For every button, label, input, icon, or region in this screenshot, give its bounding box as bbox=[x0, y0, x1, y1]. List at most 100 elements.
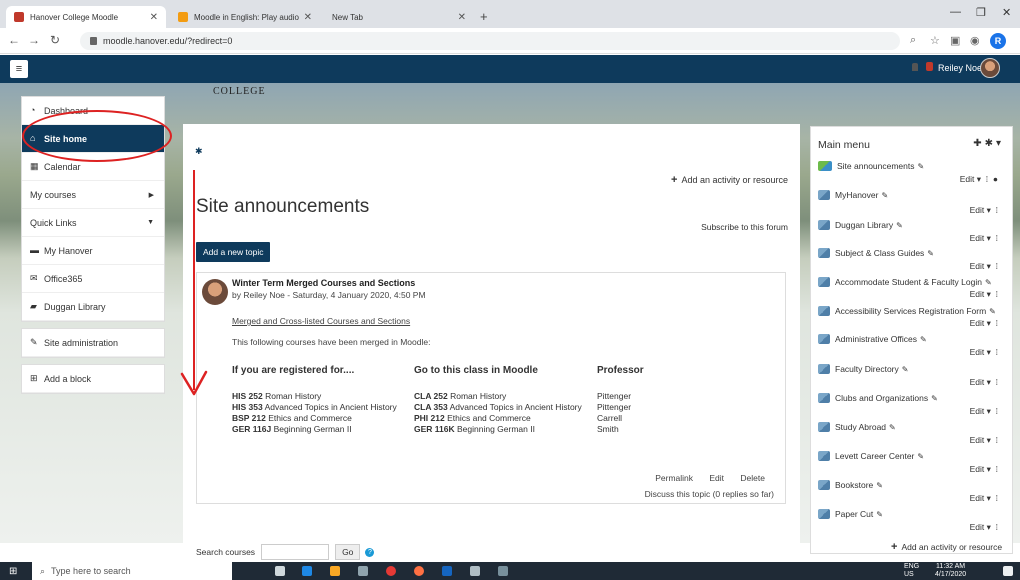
menu-item[interactable]: Faculty Directory ✎ bbox=[818, 364, 908, 374]
extension-icon[interactable]: ◉ bbox=[970, 34, 980, 47]
pencil-icon[interactable]: ✎ bbox=[876, 510, 883, 519]
menu-item[interactable]: Administrative Offices ✎ bbox=[818, 334, 927, 344]
reload-icon[interactable]: ↻ bbox=[50, 33, 60, 47]
edit-menu[interactable]: Edit ▾ ⁞ bbox=[970, 522, 998, 533]
zoom-icon[interactable]: ⌕ bbox=[910, 34, 916, 47]
profile-icon[interactable]: R bbox=[990, 33, 1006, 49]
close-icon[interactable]: ✕ bbox=[150, 12, 158, 23]
menu-item[interactable]: Paper Cut ✎ bbox=[818, 509, 883, 519]
add-new-topic-button[interactable]: Add a new topic bbox=[196, 242, 271, 262]
outlook-icon[interactable] bbox=[442, 566, 452, 576]
help-icon[interactable]: ? bbox=[365, 547, 375, 557]
gear-icon[interactable]: ✱ bbox=[985, 138, 996, 149]
extension-icon[interactable]: ▣ bbox=[950, 34, 960, 47]
chevron-down-icon[interactable]: ▾ bbox=[996, 138, 1004, 149]
user-icon[interactable]: ● bbox=[993, 174, 998, 184]
edge-icon[interactable] bbox=[302, 566, 312, 576]
pencil-icon[interactable]: ✎ bbox=[881, 191, 888, 200]
add-activity-link[interactable]: + Add an activity or resource bbox=[891, 541, 1002, 553]
discuss-topic-link[interactable]: Discuss this topic (0 replies so far) bbox=[645, 489, 774, 499]
edit-menu[interactable]: Edit ▾ ⁞ bbox=[970, 233, 998, 244]
window-close-icon[interactable]: ✕ bbox=[1002, 6, 1011, 19]
edit-menu[interactable]: Edit ▾ ⁞ bbox=[970, 261, 998, 272]
menu-item[interactable]: Study Abroad ✎ bbox=[818, 422, 896, 432]
file-explorer-icon[interactable] bbox=[330, 566, 340, 576]
nav-item-add-block[interactable]: ⊞ Add a block bbox=[22, 365, 164, 393]
pencil-icon[interactable]: ✎ bbox=[889, 423, 896, 432]
edit-menu[interactable]: Edit ▾ ⁞ bbox=[970, 435, 998, 446]
edit-menu[interactable]: Edit ▾ ⁞ ● bbox=[960, 174, 998, 185]
close-icon[interactable]: ✕ bbox=[304, 12, 312, 23]
forward-icon[interactable]: → bbox=[28, 33, 40, 47]
gear-icon[interactable]: ✱ bbox=[195, 146, 203, 157]
subscribe-link[interactable]: Subscribe to this forum bbox=[701, 222, 788, 232]
app-icon[interactable] bbox=[358, 566, 368, 576]
edit-menu[interactable]: Edit ▾ ⁞ bbox=[970, 406, 998, 417]
user-name[interactable]: Reiley Noe bbox=[938, 63, 982, 73]
nav-item-quick-links[interactable]: Quick Links ▼ bbox=[22, 209, 164, 237]
avatar[interactable] bbox=[980, 58, 1000, 78]
app-icon[interactable] bbox=[470, 566, 480, 576]
back-icon[interactable]: ← bbox=[8, 33, 20, 47]
edit-menu[interactable]: Edit ▾ ⁞ bbox=[970, 377, 998, 388]
nav-item-my-courses[interactable]: My courses ▶ bbox=[22, 181, 164, 209]
menu-item[interactable]: Levett Career Center ✎ bbox=[818, 451, 924, 461]
messages-icon[interactable] bbox=[926, 62, 933, 71]
menu-item[interactable]: Subject & Class Guides ✎ bbox=[818, 248, 934, 258]
language-indicator[interactable]: ENG US bbox=[904, 563, 919, 579]
windows-start-icon[interactable]: ⊞ bbox=[9, 566, 17, 577]
pencil-icon[interactable]: ✎ bbox=[989, 307, 996, 316]
edit-menu[interactable]: Edit ▾ ⁞ bbox=[970, 205, 998, 216]
pencil-icon[interactable]: ✎ bbox=[902, 365, 909, 374]
menu-item[interactable]: Duggan Library ✎ bbox=[818, 220, 903, 230]
nav-item-my-hanover[interactable]: ▬ My Hanover bbox=[22, 237, 164, 265]
firefox-icon[interactable] bbox=[414, 566, 424, 576]
pencil-icon[interactable]: ✎ bbox=[896, 221, 903, 230]
tab-new-tab[interactable]: New Tab ✕ bbox=[324, 6, 474, 28]
notification-icon[interactable] bbox=[1003, 566, 1013, 576]
edit-menu[interactable]: Edit ▾ ⁞ bbox=[970, 493, 998, 504]
pencil-icon[interactable]: ✎ bbox=[917, 452, 924, 461]
minimize-icon[interactable]: — bbox=[950, 6, 961, 18]
add-activity-link[interactable]: + Add an activity or resource bbox=[671, 174, 788, 186]
menu-item[interactable]: Bookstore ✎ bbox=[818, 480, 883, 490]
pencil-icon[interactable]: ✎ bbox=[985, 278, 992, 287]
edit-link[interactable]: Edit bbox=[709, 473, 724, 483]
notification-bell-icon[interactable] bbox=[912, 63, 918, 71]
edit-menu[interactable]: Edit ▾ ⁞ bbox=[970, 347, 998, 358]
menu-item[interactable]: Site announcements ✎ bbox=[818, 161, 924, 171]
pencil-icon[interactable]: ✎ bbox=[927, 249, 934, 258]
taskbar-search-input[interactable]: ⌕ Type here to search bbox=[32, 562, 232, 580]
post-link[interactable]: Merged and Cross-listed Courses and Sect… bbox=[232, 316, 410, 326]
menu-item[interactable]: Accommodate Student & Faculty Login ✎ bbox=[818, 277, 992, 287]
star-icon[interactable]: ☆ bbox=[930, 34, 940, 47]
chrome-icon[interactable] bbox=[386, 566, 396, 576]
url-input[interactable]: moodle.hanover.edu/?redirect=0 bbox=[80, 32, 900, 50]
maximize-icon[interactable]: ❐ bbox=[976, 6, 986, 19]
search-go-button[interactable]: Go bbox=[335, 544, 361, 560]
edit-menu[interactable]: Edit ▾ ⁞ bbox=[970, 289, 998, 300]
menu-item[interactable]: Accessibility Services Registration Form… bbox=[818, 306, 996, 316]
menu-item[interactable]: Clubs and Organizations ✎ bbox=[818, 393, 938, 403]
app-icon[interactable] bbox=[498, 566, 508, 576]
avatar[interactable] bbox=[202, 279, 228, 305]
search-input[interactable] bbox=[261, 544, 330, 560]
nav-item-office365[interactable]: ✉ Office365 bbox=[22, 265, 164, 293]
move-icon[interactable]: ✚ bbox=[973, 138, 984, 149]
task-view-icon[interactable] bbox=[275, 566, 285, 576]
menu-toggle-icon[interactable]: ≡ bbox=[10, 60, 28, 78]
menu-item[interactable]: MyHanover ✎ bbox=[818, 190, 888, 200]
permalink-link[interactable]: Permalink bbox=[655, 473, 693, 483]
clock[interactable]: 11:32 AM 4/17/2020 bbox=[935, 563, 966, 579]
tab-hanover-moodle[interactable]: Hanover College Moodle ✕ bbox=[6, 6, 166, 28]
pencil-icon[interactable]: ✎ bbox=[918, 162, 925, 171]
nav-item-site-administration[interactable]: ✎ Site administration bbox=[22, 329, 164, 357]
pencil-icon[interactable]: ✎ bbox=[931, 394, 938, 403]
nav-item-duggan-library[interactable]: ▰ Duggan Library bbox=[22, 293, 164, 321]
tab-moodle-english[interactable]: Moodle in English: Play audio on ✕ bbox=[170, 6, 320, 28]
pencil-icon[interactable]: ✎ bbox=[920, 335, 927, 344]
close-icon[interactable]: ✕ bbox=[458, 12, 466, 23]
delete-link[interactable]: Delete bbox=[740, 473, 765, 483]
new-tab-icon[interactable]: + bbox=[480, 9, 488, 24]
edit-menu[interactable]: Edit ▾ ⁞ bbox=[970, 464, 998, 475]
